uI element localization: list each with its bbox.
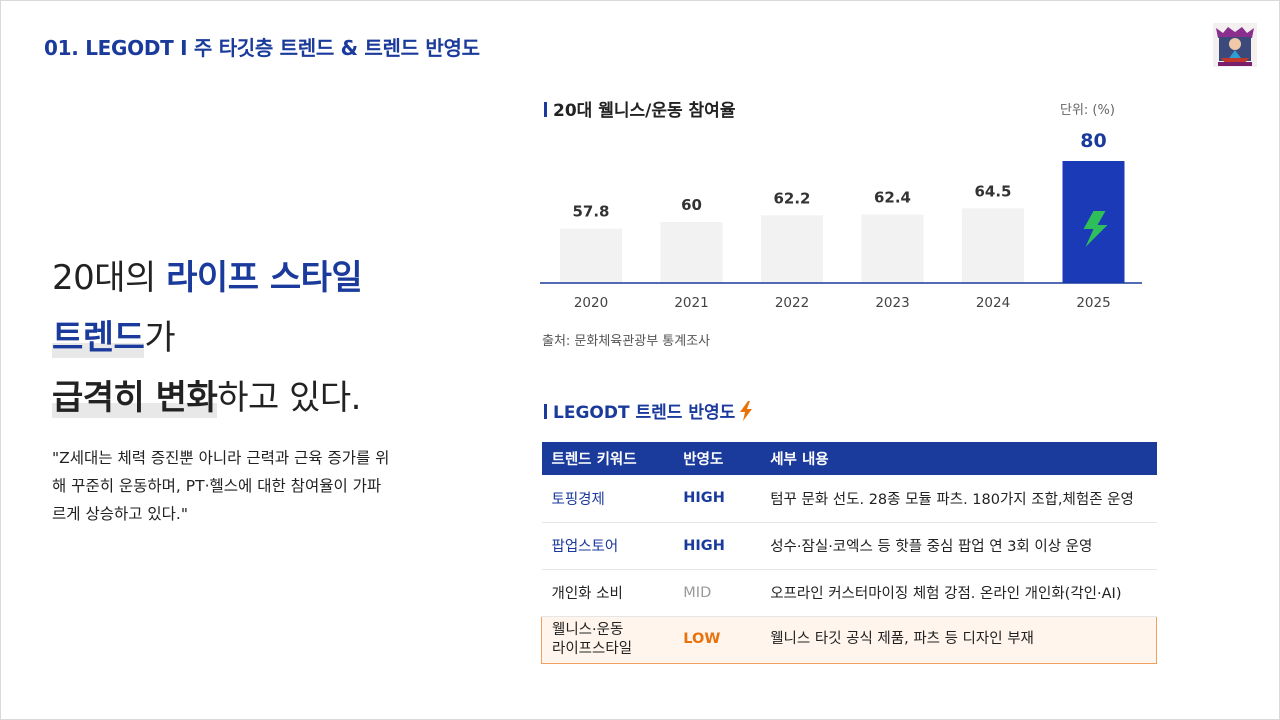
trend-table: 트렌드 키워드 반영도 세부 내용 토핑경제 HIGH 텀꾸 문화 선도. 28… xyxy=(541,442,1158,664)
x-tick-label: 2022 xyxy=(775,295,809,311)
bar-2022 xyxy=(761,215,823,283)
row-keyword: 웰니스·운동 라이프스타일 xyxy=(541,615,674,664)
headline-emphasis-3: 급격히 변화 xyxy=(52,378,218,418)
bar-value-label: 62.2 xyxy=(773,189,810,207)
table-title: LEGODT 트렌드 반영도 xyxy=(544,398,753,423)
row-keyword: 개인화 소비 xyxy=(541,569,674,617)
row-keyword-line-2: 라이프스타일 xyxy=(552,640,633,657)
x-tick-label: 2023 xyxy=(875,295,909,311)
table-row-highlighted: 웰니스·운동 라이프스타일 LOW 웰니스 타깃 공식 제품, 파츠 등 디자인… xyxy=(541,615,1158,664)
slide-title: 01. LEGODT I 주 타깃층 트렌드 & 트렌드 반영도 xyxy=(44,36,480,60)
table-title-text: LEGODT 트렌드 반영도 xyxy=(553,403,736,423)
x-tick-label: 2020 xyxy=(574,295,608,311)
x-tick-label: 2025 xyxy=(1076,295,1110,311)
row-keyword-line-1: 웰니스·운동 xyxy=(552,621,624,638)
table-row: 팝업스토어 HIGH 성수·잠실·코엑스 등 핫플 중심 팝업 연 3회 이상 … xyxy=(541,522,1157,570)
headline-plain-2: 가 xyxy=(144,318,176,358)
bar-value-label: 62.4 xyxy=(874,189,911,207)
bar-value-label: 57.8 xyxy=(572,203,609,221)
chart-title-text: 20대 웰니스/운동 참여율 xyxy=(553,101,736,121)
headline: 20대의 라이프 스타일 트렌드가 급격히 변화하고 있다. xyxy=(52,248,472,428)
lightning-icon xyxy=(740,401,753,421)
bar-2021 xyxy=(660,222,723,283)
bar-chart: 57.8 2020 60 2021 62.2 2022 62.4 2023 64.5 2024 80… xyxy=(540,130,1142,311)
row-keyword: 토핑경제 xyxy=(541,475,674,523)
brand-logo xyxy=(1213,23,1257,67)
chart-title: 20대 웰니스/운동 참여율 xyxy=(544,96,735,121)
x-tick-label: 2024 xyxy=(976,295,1010,311)
table-row: 개인화 소비 MID 오프라인 커스터마이징 체험 강점. 온라인 개인화(각인… xyxy=(541,569,1157,617)
headline-line-2: 트렌드가 xyxy=(52,308,472,368)
x-tick-label: 2021 xyxy=(674,295,708,311)
bar-value-label: 64.5 xyxy=(974,182,1011,200)
headline-plain-1: 20대의 xyxy=(52,258,167,298)
bar-value-label: 80 xyxy=(1080,130,1106,152)
chart-source: 출처: 문화체육관광부 통계조사 xyxy=(542,334,711,349)
header-detail: 세부 내용 xyxy=(760,442,1157,475)
row-level: HIGH xyxy=(673,522,761,570)
bar-2024 xyxy=(962,208,1024,283)
headline-line-1: 20대의 라이프 스타일 xyxy=(52,248,472,308)
row-detail: 웰니스 타깃 공식 제품, 파츠 등 디자인 부재 xyxy=(760,615,1158,664)
bar-2023 xyxy=(861,214,924,283)
row-level: HIGH xyxy=(673,475,761,523)
title-marker xyxy=(544,102,547,117)
header-keyword: 트렌드 키워드 xyxy=(541,442,674,475)
table-row: 토핑경제 HIGH 텀꾸 문화 선도. 28종 모듈 파츠. 180가지 조합,… xyxy=(541,475,1157,523)
table-header-row: 트렌드 키워드 반영도 세부 내용 xyxy=(541,442,1157,475)
row-level: LOW xyxy=(673,615,761,664)
title-marker xyxy=(544,404,547,419)
headline-emphasis-1: 라이프 스타일 xyxy=(166,258,363,298)
headline-emphasis-2: 트렌드 xyxy=(52,318,145,358)
headline-plain-3: 하고 있다. xyxy=(217,378,361,418)
chart-unit: 단위: (%) xyxy=(1060,103,1115,118)
row-detail: 텀꾸 문화 선도. 28종 모듈 파츠. 180가지 조합,체험존 운영 xyxy=(760,475,1157,523)
quote-text: "Z세대는 체력 증진뿐 아니라 근력과 근육 증가를 위해 꾸준히 운동하며,… xyxy=(52,449,390,523)
row-keyword: 팝업스토어 xyxy=(541,522,674,570)
bar-2020 xyxy=(560,228,622,283)
bar-value-label: 60 xyxy=(681,196,702,214)
row-detail: 오프라인 커스터마이징 체험 강점. 온라인 개인화(각인·AI) xyxy=(760,569,1157,617)
row-level: MID xyxy=(673,569,761,617)
row-detail: 성수·잠실·코엑스 등 핫플 중심 팝업 연 3회 이상 운영 xyxy=(760,522,1157,570)
header-level: 반영도 xyxy=(673,442,761,475)
headline-line-3: 급격히 변화하고 있다. xyxy=(52,368,472,428)
